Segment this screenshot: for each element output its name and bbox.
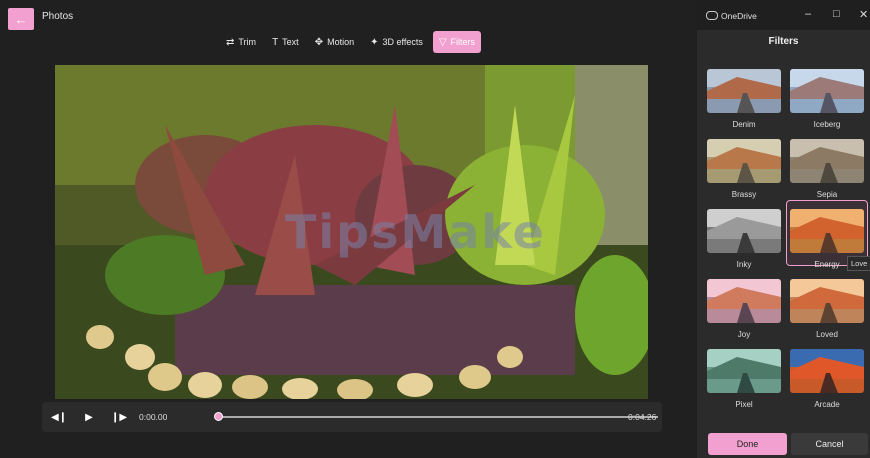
motion-button[interactable]: ✥ Motion [309, 31, 360, 53]
text-icon: T [272, 36, 279, 48]
filter-thumbnail [790, 139, 864, 183]
3d-effects-icon: ✦ [370, 36, 379, 48]
filter-label: Denim [732, 120, 756, 129]
filter-thumbnail [707, 69, 781, 113]
app-title: Photos [42, 11, 74, 22]
motion-icon: ✥ [314, 36, 324, 48]
filter-label: Arcade [814, 400, 840, 409]
panel-title-bar: OneDrive – □ ✕ [697, 0, 870, 30]
back-button[interactable]: ← [8, 8, 34, 30]
filter-denim[interactable]: Denim [704, 61, 784, 129]
filter-loved[interactable]: Loved [787, 271, 867, 339]
3d-effects-button[interactable]: ✦ 3D effects [364, 31, 429, 53]
filter-thumbnail [707, 139, 781, 183]
filter-thumbnail [707, 349, 781, 393]
maximize-button[interactable]: □ [833, 8, 840, 20]
filter-label: Pixel [735, 400, 753, 409]
arrow-left-icon: ← [14, 11, 28, 27]
filter-label: Sepia [816, 190, 838, 199]
play-icon: ▶ [85, 411, 93, 423]
previous-frame-button[interactable]: ◀❙ [50, 410, 68, 424]
filter-label: Joy [737, 330, 751, 339]
text-button[interactable]: T Text [266, 31, 305, 53]
title-bar: ← Photos [0, 0, 697, 32]
video-preview: TipsMake [55, 65, 648, 399]
filter-thumbnail [707, 209, 781, 253]
filter-label: Inky [736, 260, 752, 269]
trim-label: Trim [238, 37, 257, 47]
watermark: TipsMake [285, 205, 546, 259]
trim-icon: ⇄ [226, 36, 235, 48]
trim-button[interactable]: ⇄ Trim [220, 31, 262, 53]
next-frame-button[interactable]: ❙▶ [110, 410, 128, 424]
onedrive-icon [706, 11, 718, 20]
filter-thumbnail [790, 349, 864, 393]
filter-inky[interactable]: Inky [704, 201, 784, 269]
panel-title: Filters [768, 36, 799, 47]
motion-label: Motion [327, 37, 355, 47]
play-button[interactable]: ▶ [82, 410, 96, 424]
filter-label: Brassy [731, 190, 757, 199]
skip-back-icon: ◀❙ [50, 411, 68, 423]
filters-label: Filters [450, 37, 476, 47]
filter-thumbnail [790, 209, 864, 253]
photos-app-window: ← Photos ⇄ Trim T Text ✥ Motion ✦ 3D eff… [0, 0, 870, 458]
filter-thumbnail [790, 69, 864, 113]
editor-toolbar: ⇄ Trim T Text ✥ Motion ✦ 3D effects ▽ Fi… [220, 31, 482, 53]
filter-label: Loved [816, 330, 838, 339]
filter-thumbnail [790, 279, 864, 323]
filters-button[interactable]: ▽ Filters [432, 31, 482, 53]
timeline-track[interactable] [218, 416, 658, 418]
filters-icon: ▽ [438, 36, 447, 48]
onedrive-label: OneDrive [721, 11, 757, 21]
minimize-button[interactable]: – [805, 8, 811, 20]
filter-sepia[interactable]: Sepia [787, 131, 867, 199]
filters-panel: OneDrive – □ ✕ Filters Denim Iceberg Bra… [697, 0, 870, 458]
filter-arcade[interactable]: Arcade [787, 341, 867, 409]
filter-tooltip: Love [847, 256, 870, 271]
current-time: 0:00.00 [139, 412, 168, 422]
text-label: Text [282, 37, 299, 47]
playback-controls: ◀❙ ▶ ❙▶ 0:00.00 0:04.26 [42, 402, 662, 432]
filter-label: Iceberg [813, 120, 841, 129]
total-time: 0:04.26 [628, 412, 657, 422]
close-button[interactable]: ✕ [859, 8, 868, 21]
cancel-button[interactable]: Cancel [791, 433, 868, 455]
filter-brassy[interactable]: Brassy [704, 131, 784, 199]
timeline-scrubber[interactable] [214, 412, 223, 421]
filter-iceberg[interactable]: Iceberg [787, 61, 867, 129]
skip-forward-icon: ❙▶ [110, 411, 128, 423]
filter-thumbnail [707, 279, 781, 323]
filter-joy[interactable]: Joy [704, 271, 784, 339]
3d-effects-label: 3D effects [382, 37, 423, 47]
filter-pixel[interactable]: Pixel [704, 341, 784, 409]
done-button[interactable]: Done [708, 433, 787, 455]
